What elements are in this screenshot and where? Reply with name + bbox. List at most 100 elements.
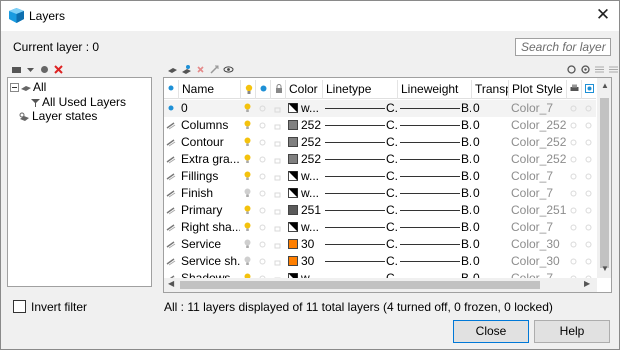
- layer-plot-toggle[interactable]: [566, 253, 581, 270]
- layer-freeze-toggle[interactable]: [255, 185, 270, 202]
- layer-plot-style[interactable]: Color_252: [511, 117, 566, 134]
- layer-row[interactable]: Contour 252 C... B...0Color_252: [164, 134, 596, 151]
- new-layer-icon[interactable]: [167, 64, 178, 75]
- layer-lineweight[interactable]: B...: [461, 117, 471, 134]
- set-current-icon[interactable]: [209, 64, 220, 75]
- filter-properties-icon[interactable]: [39, 64, 50, 75]
- layer-row[interactable]: Right sha... w... C... B...0Color_7: [164, 219, 596, 236]
- layer-vp-toggle[interactable]: [581, 151, 596, 168]
- layer-color[interactable]: 252: [301, 134, 322, 151]
- filter-dropdown-icon[interactable]: [25, 64, 36, 75]
- invert-filter-checkbox[interactable]: [13, 300, 26, 313]
- list-view-icon[interactable]: [594, 64, 605, 75]
- layer-plot-style[interactable]: Color_251: [511, 202, 566, 219]
- layer-name[interactable]: Fillings: [181, 168, 240, 185]
- layer-lineweight[interactable]: B...: [461, 185, 471, 202]
- color-column-header[interactable]: Color: [285, 80, 322, 99]
- plot-style-column-header[interactable]: Plot Style: [508, 80, 566, 99]
- layer-freeze-toggle[interactable]: [255, 117, 270, 134]
- layer-transparency[interactable]: 0: [473, 253, 508, 270]
- plot-column-header[interactable]: [566, 80, 581, 99]
- name-column-header[interactable]: Name: [178, 80, 240, 99]
- layer-name[interactable]: 0: [181, 100, 240, 117]
- layer-plot-toggle[interactable]: [566, 185, 581, 202]
- layer-name[interactable]: Service: [181, 236, 240, 253]
- layer-transparency[interactable]: 0: [473, 185, 508, 202]
- layer-freeze-toggle[interactable]: [255, 253, 270, 270]
- layer-on-toggle[interactable]: [240, 168, 255, 185]
- collapse-icon[interactable]: [10, 83, 19, 92]
- layer-freeze-toggle[interactable]: [255, 151, 270, 168]
- vp-freeze-column-header[interactable]: [581, 80, 596, 99]
- layer-plot-style[interactable]: Color_252: [511, 151, 566, 168]
- layer-plot-toggle[interactable]: [566, 219, 581, 236]
- layer-color[interactable]: w...: [301, 168, 322, 185]
- layer-status-cell[interactable]: [164, 168, 178, 185]
- layer-plot-style[interactable]: Color_30: [511, 236, 566, 253]
- layer-plot-style[interactable]: Color_7: [511, 219, 566, 236]
- layer-name[interactable]: Primary: [181, 202, 240, 219]
- layer-plot-toggle[interactable]: [566, 117, 581, 134]
- layer-freeze-toggle[interactable]: [255, 134, 270, 151]
- layer-plot-style[interactable]: Color_7: [511, 168, 566, 185]
- lineweight-column-header[interactable]: Lineweight: [397, 80, 471, 99]
- delete-layer-icon[interactable]: [195, 64, 206, 75]
- layer-status-cell[interactable]: [164, 151, 178, 168]
- layer-on-toggle[interactable]: [240, 117, 255, 134]
- layer-status-cell[interactable]: [164, 219, 178, 236]
- layer-vp-toggle[interactable]: [581, 117, 596, 134]
- layer-name[interactable]: Right sha...: [181, 219, 240, 236]
- show-icon[interactable]: [223, 64, 234, 75]
- layer-plot-toggle[interactable]: [566, 134, 581, 151]
- layer-vp-toggle[interactable]: [581, 236, 596, 253]
- layer-on-toggle[interactable]: [240, 151, 255, 168]
- linetype-column-header[interactable]: Linetype: [322, 80, 397, 99]
- scroll-left-icon[interactable]: ◀: [168, 279, 174, 288]
- refresh-icon[interactable]: [566, 64, 577, 75]
- layer-linetype[interactable]: C...: [386, 202, 397, 219]
- layer-lineweight[interactable]: B...: [461, 168, 471, 185]
- help-button[interactable]: Help: [534, 320, 610, 343]
- layer-plot-style[interactable]: Color_7: [511, 185, 566, 202]
- layer-status-cell[interactable]: [164, 253, 178, 270]
- layer-transparency[interactable]: 0: [473, 236, 508, 253]
- on-column-header[interactable]: [240, 80, 255, 99]
- scroll-up-icon[interactable]: ▲: [601, 81, 609, 90]
- layer-vp-toggle[interactable]: [581, 100, 596, 117]
- layer-row[interactable]: Service 30 C... B...0Color_30: [164, 236, 596, 253]
- layer-color[interactable]: w...: [301, 185, 322, 202]
- layer-freeze-toggle[interactable]: [255, 236, 270, 253]
- layer-row[interactable]: 0w...C...B...0Color_7: [164, 100, 596, 117]
- layer-row[interactable]: Fillings w... C... B...0Color_7: [164, 168, 596, 185]
- horizontal-scroll-thumb[interactable]: [180, 281, 540, 289]
- columns-icon[interactable]: [608, 64, 619, 75]
- layer-status-cell[interactable]: [164, 117, 178, 134]
- layer-color[interactable]: w...: [301, 100, 322, 117]
- layer-name[interactable]: Columns: [181, 117, 240, 134]
- new-layer-frozen-icon[interactable]: [181, 64, 192, 75]
- layer-name[interactable]: Contour: [181, 134, 240, 151]
- settings-icon[interactable]: [580, 64, 591, 75]
- layer-freeze-toggle[interactable]: [255, 168, 270, 185]
- layer-on-toggle[interactable]: [240, 253, 255, 270]
- layer-plot-toggle[interactable]: [566, 100, 581, 117]
- layer-freeze-toggle[interactable]: [255, 219, 270, 236]
- layer-vp-toggle[interactable]: [581, 253, 596, 270]
- layer-freeze-toggle[interactable]: [255, 100, 270, 117]
- transparency-column-header[interactable]: Transp: [471, 80, 508, 99]
- tree-item-layer-states[interactable]: Layer states: [32, 109, 97, 123]
- layer-color[interactable]: 30: [301, 253, 322, 270]
- layer-lineweight[interactable]: B...: [461, 219, 471, 236]
- layer-vp-toggle[interactable]: [581, 202, 596, 219]
- layer-on-toggle[interactable]: [240, 185, 255, 202]
- layer-plot-style[interactable]: Color_252: [511, 134, 566, 151]
- layer-linetype[interactable]: C...: [386, 151, 397, 168]
- layer-vp-toggle[interactable]: [581, 185, 596, 202]
- layer-lock-toggle[interactable]: [270, 117, 285, 134]
- scroll-down-icon[interactable]: ▼: [601, 264, 609, 273]
- layer-color[interactable]: 252: [301, 151, 322, 168]
- horizontal-scrollbar[interactable]: ◀ ▶: [164, 278, 597, 292]
- layer-lineweight[interactable]: B...: [461, 134, 471, 151]
- search-input[interactable]: Search for layer: [515, 38, 611, 56]
- layer-color[interactable]: 251: [301, 202, 322, 219]
